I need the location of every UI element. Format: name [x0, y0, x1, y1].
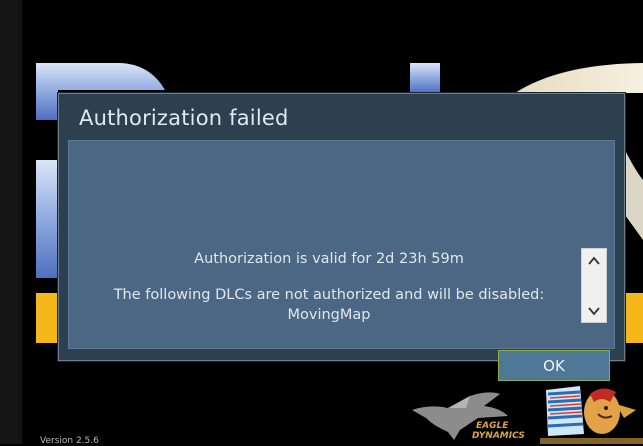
scroll-up-icon[interactable]	[586, 254, 602, 268]
dlc-name: MovingMap	[287, 307, 371, 323]
dialog-title: Authorization failed	[79, 106, 289, 130]
eagle-dynamics-logo: EAGLE DYNAMICS	[412, 392, 525, 441]
scroll-down-icon[interactable]	[586, 304, 602, 318]
ok-button[interactable]: OK	[498, 350, 610, 381]
dialog-message-panel: Authorization is valid for 2d 23h 59m Th…	[68, 140, 615, 381]
eagle-logo-line1: EAGLE	[476, 421, 509, 431]
authorization-dialog: Authorization failed Authorization is va…	[58, 93, 625, 381]
message-scrollbar[interactable]	[581, 248, 607, 323]
dlc-warning-message: The following DLCs are not authorized an…	[113, 287, 545, 303]
eagle-logo-line2: DYNAMICS	[472, 431, 525, 441]
chief-emblem-logo	[540, 386, 643, 444]
validity-message: Authorization is valid for 2d 23h 59m	[194, 251, 464, 267]
version-label: Version 2.5.6	[40, 436, 99, 446]
